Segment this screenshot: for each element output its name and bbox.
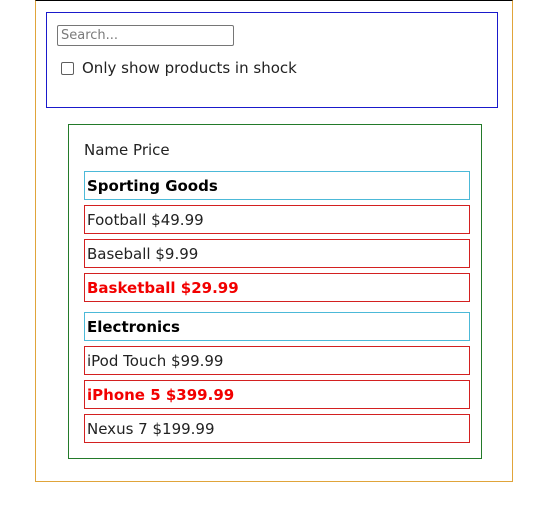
product-name: Nexus 7 [87,419,148,438]
in-stock-checkbox[interactable] [61,61,74,75]
product-price: $29.99 [180,278,239,297]
product-row: Baseball $9.99 [84,239,470,268]
header-price: Price [133,141,170,159]
category-row: Sporting Goods [84,171,470,200]
product-price: $99.99 [170,351,224,370]
product-price: $9.99 [155,244,199,263]
product-price: $399.99 [165,385,235,404]
product-name: Football [87,210,147,229]
product-name: iPod Touch [87,351,167,370]
in-stock-filter[interactable]: Only show products in shock [61,58,297,78]
table-header: Name Price [84,141,170,159]
product-price: $49.99 [151,210,204,229]
search-input[interactable] [57,25,234,46]
product-price: $199.99 [152,419,215,438]
in-stock-label[interactable]: Only show products in shock [82,59,297,77]
category-name: Sporting Goods [87,176,218,195]
category-name: Electronics [87,317,180,336]
header-name: Name [84,141,129,159]
product-name: Baseball [87,244,151,263]
product-row-out-of-stock: Basketball $29.99 [84,273,470,302]
product-name: iPhone 5 [87,385,161,404]
product-row: Football $49.99 [84,205,470,234]
product-name: Basketball [87,278,176,297]
product-row: iPod Touch $99.99 [84,346,470,375]
category-row: Electronics [84,312,470,341]
product-row-out-of-stock: iPhone 5 $399.99 [84,380,470,409]
product-row: Nexus 7 $199.99 [84,414,470,443]
